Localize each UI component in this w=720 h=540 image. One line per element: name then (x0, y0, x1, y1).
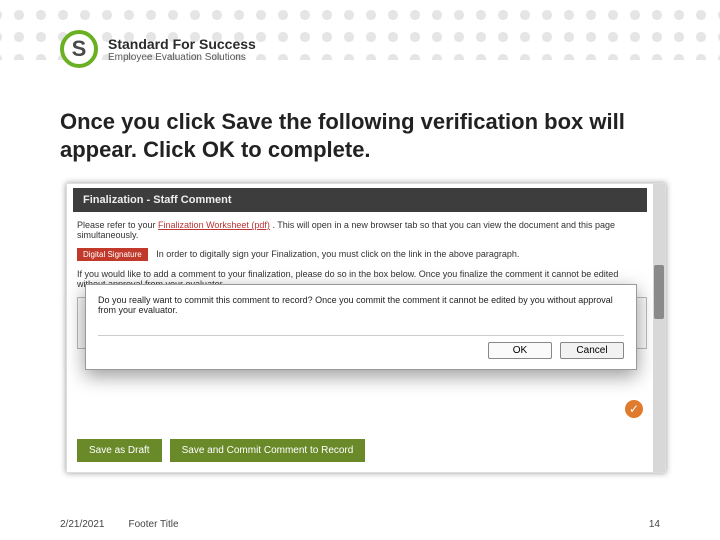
scrollbar[interactable] (653, 184, 665, 472)
refer-prefix: Please refer to your (77, 220, 158, 230)
brand-logo: S (60, 30, 98, 68)
instruction-text: Once you click Save the following verifi… (0, 80, 720, 175)
slide-footer: 2/21/2021 Footer Title 14 (0, 519, 720, 530)
footer-date: 2/21/2021 (60, 519, 105, 530)
dialog-button-row: OK Cancel (98, 335, 624, 359)
verification-dialog: Do you really want to commit this commen… (85, 284, 637, 370)
save-draft-button[interactable]: Save as Draft (77, 439, 162, 462)
finalization-worksheet-link[interactable]: Finalization Worksheet (pdf) (158, 220, 270, 230)
footer-title: Footer Title (129, 519, 179, 530)
brand-header: S Standard For Success Employee Evaluati… (0, 0, 720, 80)
dialog-message: Do you really want to commit this commen… (98, 295, 624, 315)
app-screenshot: Finalization - Staff Comment Please refe… (66, 183, 666, 473)
action-row: Save as Draft Save and Commit Comment to… (77, 439, 365, 462)
check-icon: ✓ (625, 400, 643, 418)
panel-title: Finalization - Staff Comment (73, 188, 647, 212)
scrollbar-thumb[interactable] (654, 265, 664, 319)
digital-signature-chip: Digital Signature (77, 248, 148, 261)
brand-name: Standard For Success (108, 36, 256, 52)
refer-line: Please refer to your Finalization Worksh… (77, 220, 647, 240)
brand-logo-letter: S (72, 36, 87, 62)
signature-line: Digital Signature In order to digitally … (77, 248, 647, 261)
cancel-button[interactable]: Cancel (560, 342, 624, 359)
page-number: 14 (649, 519, 660, 530)
signature-instruction: In order to digitally sign your Finaliza… (156, 249, 519, 259)
brand-tagline: Employee Evaluation Solutions (108, 52, 256, 63)
save-commit-button[interactable]: Save and Commit Comment to Record (170, 439, 366, 462)
ok-button[interactable]: OK (488, 342, 552, 359)
brand-text: Standard For Success Employee Evaluation… (108, 36, 256, 63)
